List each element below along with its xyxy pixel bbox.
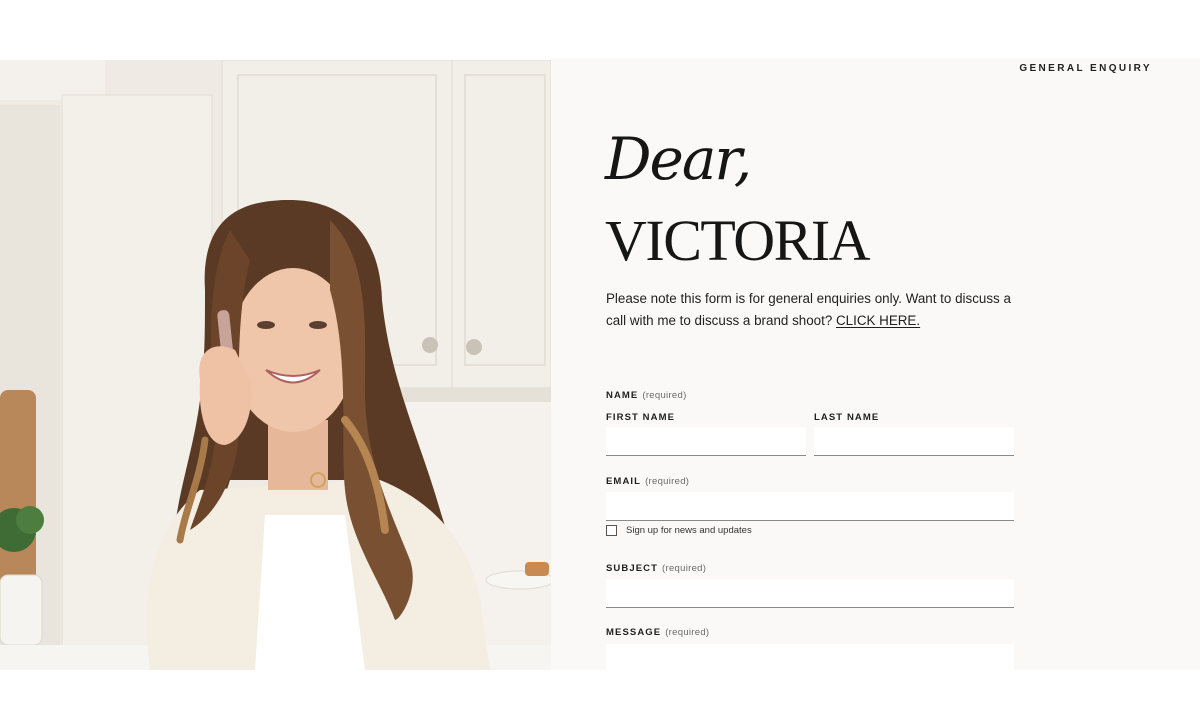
enquiry-panel: GENERAL ENQUIRY Dear, VICTORIA Please no… bbox=[551, 58, 1200, 670]
first-name-input[interactable] bbox=[606, 427, 806, 456]
message-textarea[interactable] bbox=[606, 644, 1014, 670]
intro-text: Please note this form is for general enq… bbox=[606, 291, 1011, 328]
general-enquiry-label: GENERAL ENQUIRY bbox=[1019, 63, 1152, 74]
first-name-label: FIRST NAME bbox=[606, 412, 676, 423]
message-required: (required) bbox=[665, 627, 710, 638]
email-required: (required) bbox=[645, 476, 690, 487]
last-name-label: LAST NAME bbox=[814, 412, 880, 423]
portrait-illustration bbox=[0, 60, 551, 670]
email-label-text: EMAIL bbox=[606, 476, 642, 487]
page: GENERAL ENQUIRY Dear, VICTORIA Please no… bbox=[0, 0, 1200, 727]
message-label-text: MESSAGE bbox=[606, 627, 662, 638]
name-required: (required) bbox=[642, 390, 687, 401]
subject-label-text: SUBJECT bbox=[606, 563, 659, 574]
intro-paragraph: Please note this form is for general enq… bbox=[606, 288, 1026, 332]
subject-required: (required) bbox=[662, 563, 707, 574]
click-here-link[interactable]: CLICK HERE. bbox=[836, 313, 920, 328]
greeting-heading: Dear, bbox=[605, 125, 752, 193]
email-input[interactable] bbox=[606, 492, 1014, 521]
email-label: EMAIL (required) bbox=[606, 476, 689, 487]
name-heading: VICTORIA bbox=[605, 208, 871, 273]
subject-label: SUBJECT (required) bbox=[606, 563, 706, 574]
name-label-text: NAME bbox=[606, 390, 639, 401]
last-name-input[interactable] bbox=[814, 427, 1014, 456]
bottom-margin bbox=[0, 670, 1200, 727]
portrait-photo bbox=[0, 60, 551, 670]
newsletter-checkbox[interactable] bbox=[606, 525, 617, 536]
name-label: NAME (required) bbox=[606, 390, 687, 401]
message-label: MESSAGE (required) bbox=[606, 627, 709, 638]
newsletter-label: Sign up for news and updates bbox=[626, 525, 752, 536]
newsletter-row[interactable]: Sign up for news and updates bbox=[606, 525, 752, 536]
subject-input[interactable] bbox=[606, 579, 1014, 608]
